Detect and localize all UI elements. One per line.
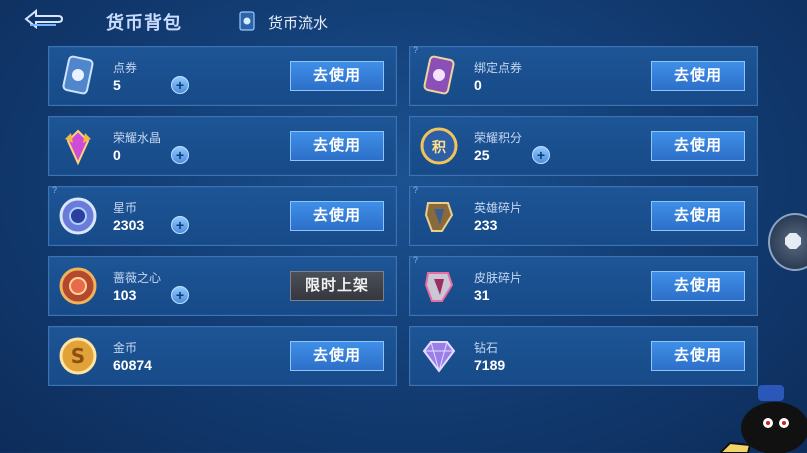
gold-coin-icon: S [59, 337, 97, 375]
currency-name: 蔷薇之心 [113, 271, 162, 285]
currency-name: 荣耀积分 [474, 131, 523, 145]
currency-card-rose-heart: 蔷薇之心 103 + 限时上架 [48, 256, 397, 316]
use-button[interactable]: 去使用 [290, 201, 384, 231]
coupon-icon [62, 55, 94, 95]
add-icon[interactable]: + [171, 286, 189, 304]
currency-value: 0 [113, 147, 121, 163]
currency-card-skin-shard: ? 皮肤碎片 31 去使用 [409, 255, 758, 316]
currency-flow-icon[interactable] [238, 11, 256, 31]
currency-value: 7189 [474, 357, 506, 373]
limited-time-button[interactable]: 限时上架 [290, 271, 384, 301]
add-icon[interactable]: + [171, 146, 189, 164]
currency-card-hero-shard: ? 英雄碎片 233 去使用 [409, 185, 758, 246]
info-icon[interactable]: ? [52, 185, 57, 195]
back-arrow-icon[interactable] [22, 8, 66, 30]
currency-value: 60874 [113, 357, 152, 373]
use-button[interactable]: 去使用 [290, 61, 384, 91]
svg-text:积: 积 [432, 139, 446, 156]
currency-value: 0 [474, 77, 482, 93]
currency-name: 点券 [113, 61, 138, 75]
page-title: 货币背包 [106, 13, 182, 33]
svg-text:S: S [71, 344, 85, 368]
info-icon[interactable]: ? [413, 255, 418, 265]
currency-name: 皮肤碎片 [474, 271, 523, 285]
use-button[interactable]: 去使用 [290, 131, 384, 161]
currency-name: 英雄碎片 [474, 201, 523, 215]
top-bar: 货币背包 货币流水 [0, 0, 807, 40]
bound-coupon-icon [423, 55, 455, 95]
diamond-icon [422, 341, 456, 373]
currency-value: 2303 [113, 217, 145, 233]
currency-card-bound-coupon: ? 绑定点券 0 去使用 [409, 45, 758, 106]
currency-name: 绑定点券 [474, 61, 523, 75]
add-icon[interactable]: + [171, 216, 189, 234]
add-icon[interactable]: + [171, 76, 189, 94]
use-button[interactable]: 去使用 [290, 341, 384, 371]
info-icon[interactable]: ? [413, 45, 418, 55]
currency-card-honor-crystal: 荣耀水晶 0 + 去使用 [48, 116, 397, 176]
hero-shard-icon [424, 202, 454, 232]
currency-value: 103 [113, 287, 137, 303]
currency-flow-link[interactable]: 货币流水 [268, 12, 328, 33]
mascot-image [720, 385, 807, 453]
currency-value: 31 [474, 287, 490, 303]
use-button[interactable]: 去使用 [651, 341, 745, 371]
crystal-icon [65, 129, 91, 166]
info-icon[interactable]: ? [413, 185, 418, 195]
currency-name: 金币 [113, 341, 138, 355]
currency-card-gold: S 金币 60874 去使用 [48, 326, 397, 386]
rose-heart-icon [59, 267, 97, 305]
skin-shard-icon [424, 272, 454, 302]
currency-name: 星币 [113, 201, 138, 215]
use-button[interactable]: 去使用 [651, 61, 745, 91]
currency-value: 233 [474, 217, 498, 233]
currency-card-honor-points: 积 荣耀积分 25 + 去使用 [409, 116, 758, 176]
currency-card-star-coin: ? 星币 2303 + 去使用 [48, 185, 397, 246]
currency-value: 25 [474, 147, 490, 163]
use-button[interactable]: 去使用 [651, 131, 745, 161]
star-coin-icon [59, 197, 97, 235]
add-icon[interactable]: + [532, 146, 550, 164]
currency-card-coupon: 点券 5 + 去使用 [48, 46, 397, 106]
currency-value: 5 [113, 77, 121, 93]
side-settings-button[interactable] [768, 213, 807, 271]
use-button[interactable]: 去使用 [651, 271, 745, 301]
currency-card-diamond: 钻石 7189 去使用 [409, 326, 758, 386]
honor-points-icon: 积 [420, 127, 458, 165]
currency-name: 钻石 [474, 341, 499, 355]
use-button[interactable]: 去使用 [651, 201, 745, 231]
currency-name: 荣耀水晶 [113, 131, 162, 145]
